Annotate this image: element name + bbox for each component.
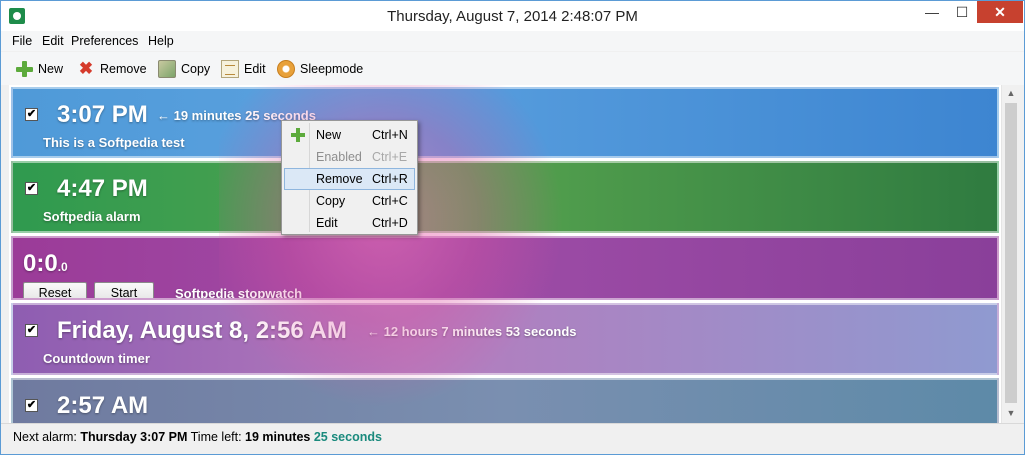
edit-button[interactable]: Edit (221, 59, 266, 79)
reset-button[interactable]: Reset (23, 282, 87, 298)
context-new-label: New (316, 128, 342, 142)
remove-button-label: Remove (100, 62, 147, 76)
menu-preferences[interactable]: Preferences (71, 34, 138, 48)
scroll-up-icon[interactable]: ▲ (1002, 85, 1019, 101)
context-enabled[interactable]: Enabled Ctrl+E (284, 146, 415, 168)
menu-help[interactable]: Help (148, 34, 174, 48)
toolbar: New ✖ Remove Copy Edit Sleepmode (1, 52, 1024, 85)
copy-button-label: Copy (181, 62, 211, 76)
context-edit-shortcut: Ctrl+D (372, 216, 408, 230)
menu-file[interactable]: File (12, 34, 32, 48)
stopwatch-sub: .0 (57, 260, 68, 274)
alarm-enabled-checkbox[interactable]: ✔ (25, 108, 38, 121)
alarm-item[interactable]: ✔ 3:07 PM ← 19 minutes 25 seconds This i… (11, 87, 999, 158)
context-new-shortcut: Ctrl+N (372, 128, 408, 142)
new-button[interactable]: New (15, 59, 63, 79)
copy-icon (158, 60, 176, 78)
new-button-label: New (38, 62, 64, 76)
minimize-button[interactable]: — (917, 1, 947, 23)
alarm-label: Softpedia alarm (43, 209, 141, 224)
scroll-down-icon[interactable]: ▼ (1002, 405, 1019, 421)
time-left-label: Time left: (190, 430, 242, 444)
scroll-thumb[interactable] (1005, 103, 1017, 403)
alarm-enabled-checkbox[interactable]: ✔ (25, 399, 38, 412)
context-copy-label: Copy (316, 194, 346, 208)
status-bar: Next alarm: Thursday 3:07 PM Time left: … (1, 423, 1024, 454)
vertical-scrollbar[interactable]: ▲ ▼ (1001, 85, 1019, 423)
sleep-icon (277, 60, 295, 78)
copy-button[interactable]: Copy (158, 59, 210, 79)
context-menu: New Ctrl+N Enabled Ctrl+E Remove Ctrl+R … (281, 120, 418, 235)
title-bar[interactable]: Thursday, August 7, 2014 2:48:07 PM — ☐ … (1, 1, 1024, 31)
alarm-enabled-checkbox[interactable]: ✔ (25, 324, 38, 337)
alarm-item[interactable]: ✔ 4:47 PM Softpedia alarm (11, 161, 999, 233)
context-copy[interactable]: Copy Ctrl+C (284, 190, 415, 212)
context-copy-shortcut: Ctrl+C (372, 194, 408, 208)
stopwatch-value: 0:0.0 (23, 250, 68, 278)
status-line: Next alarm: Thursday 3:07 PM Time left: … (13, 430, 382, 444)
context-edit[interactable]: Edit Ctrl+D (284, 212, 415, 234)
context-new[interactable]: New Ctrl+N (284, 124, 415, 146)
alarm-enabled-checkbox[interactable]: ✔ (25, 182, 38, 195)
context-remove-label: Remove (316, 172, 363, 186)
alarm-label: Countdown timer (43, 351, 150, 366)
edit-button-label: Edit (244, 62, 266, 76)
alarm-list: ✔ 3:07 PM ← 19 minutes 25 seconds This i… (9, 85, 1019, 423)
context-edit-label: Edit (316, 216, 338, 230)
stopwatch-main: 0:0 (23, 250, 58, 277)
time-left-seconds: 25 seconds (313, 430, 382, 444)
window-title: Thursday, August 7, 2014 2:48:07 PM (387, 8, 638, 25)
alarm-label: This is a Softpedia test (43, 135, 185, 150)
alarm-time: Friday, August 8, 2:56 AM (57, 317, 347, 344)
alarm-item[interactable]: ✔ Friday, August 8, 2:56 AM ← 12 hours 7… (11, 303, 999, 375)
alarm-time: 4:47 PM (57, 175, 148, 202)
menu-edit[interactable]: Edit (42, 34, 64, 48)
remove-icon: ✖ (78, 59, 94, 78)
app-window: Thursday, August 7, 2014 2:48:07 PM — ☐ … (0, 0, 1025, 455)
maximize-button[interactable]: ☐ (947, 1, 977, 23)
alarm-time: 3:07 PM (57, 101, 148, 128)
stopwatch-label: Softpedia stopwatch (175, 286, 303, 300)
alarm-remaining: ← 12 hours 7 minutes 53 seconds (367, 324, 577, 339)
menu-bar: File Edit Preferences Help (1, 31, 1024, 51)
add-icon (15, 60, 33, 78)
next-alarm-value: Thursday 3:07 PM (80, 430, 188, 444)
context-enabled-label: Enabled (316, 150, 362, 164)
edit-icon (221, 60, 239, 78)
alarm-item[interactable]: ✔ 2:57 AM (11, 378, 999, 423)
time-left-minutes: 19 minutes (245, 430, 311, 444)
remove-button[interactable]: ✖ Remove (77, 59, 147, 79)
sleepmode-button-label: Sleepmode (300, 62, 364, 76)
stopwatch-item[interactable]: 0:0.0 Reset Start Softpedia stopwatch (11, 236, 999, 300)
close-button[interactable]: ✕ (977, 1, 1023, 23)
context-remove-shortcut: Ctrl+R (372, 172, 408, 186)
context-remove[interactable]: Remove Ctrl+R (284, 168, 415, 190)
alarm-time: 2:57 AM (57, 392, 149, 419)
add-icon (290, 127, 306, 143)
next-alarm-label: Next alarm: (13, 430, 77, 444)
sleepmode-button[interactable]: Sleepmode (277, 59, 363, 79)
start-button[interactable]: Start (94, 282, 154, 298)
context-enabled-shortcut: Ctrl+E (372, 150, 408, 164)
